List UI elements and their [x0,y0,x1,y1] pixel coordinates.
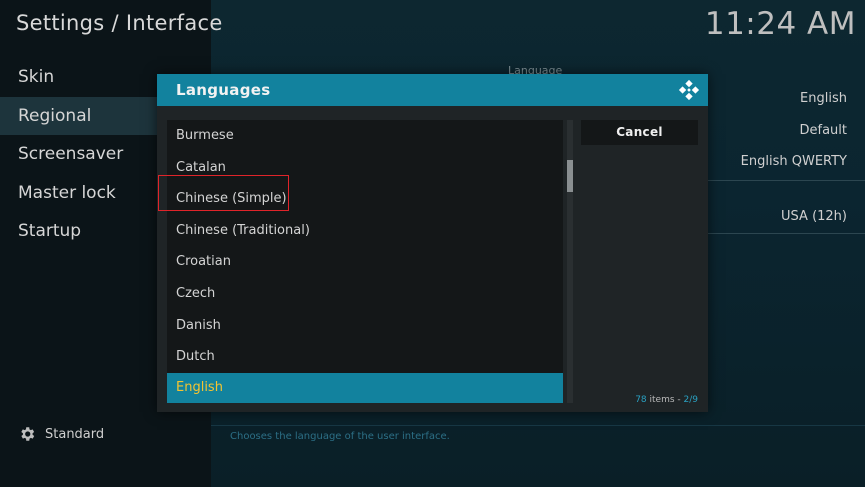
languages-dialog: Languages Burmese Catalan Chinese (Simpl… [157,74,708,412]
setting-value-keyboard[interactable]: English QWERTY [741,154,847,169]
list-item-croatian[interactable]: Croatian [167,246,563,278]
kodi-logo-icon [678,79,700,101]
settings-level-button[interactable]: Standard [18,425,104,443]
divider [211,425,865,426]
item-count-total: 78 [635,395,647,405]
dialog-header: Languages [157,74,708,106]
page-title: Settings / Interface [16,11,223,35]
list-item-czech[interactable]: Czech [167,278,563,310]
annotation-highlight-box [158,175,289,211]
setting-value-region[interactable]: USA (12h) [781,209,847,224]
list-item-burmese[interactable]: Burmese [167,120,563,152]
dialog-title: Languages [176,81,271,99]
settings-level-label: Standard [45,426,105,442]
setting-value-charset[interactable]: Default [800,123,848,138]
list-item-english[interactable]: English [167,372,563,403]
divider [708,180,865,181]
language-list: Burmese Catalan Chinese (Simple) Chinese… [167,120,563,403]
item-count: 78 items - 2/9 [635,395,698,405]
divider [708,233,865,234]
list-scrollbar[interactable] [567,120,573,403]
help-text: Chooses the language of the user interfa… [230,431,450,442]
list-item-chinese-traditional[interactable]: Chinese (Traditional) [167,215,563,247]
clock: 11:24 AM [704,6,856,42]
list-item-danish[interactable]: Danish [167,310,563,342]
scrollbar-thumb[interactable] [567,160,573,192]
page-indicator: 2/9 [683,395,698,405]
cancel-button[interactable]: Cancel [581,120,698,145]
setting-value-language[interactable]: English [800,91,847,106]
list-item-dutch[interactable]: Dutch [167,341,563,373]
gear-icon [21,427,35,441]
item-count-label: items - [646,395,684,405]
